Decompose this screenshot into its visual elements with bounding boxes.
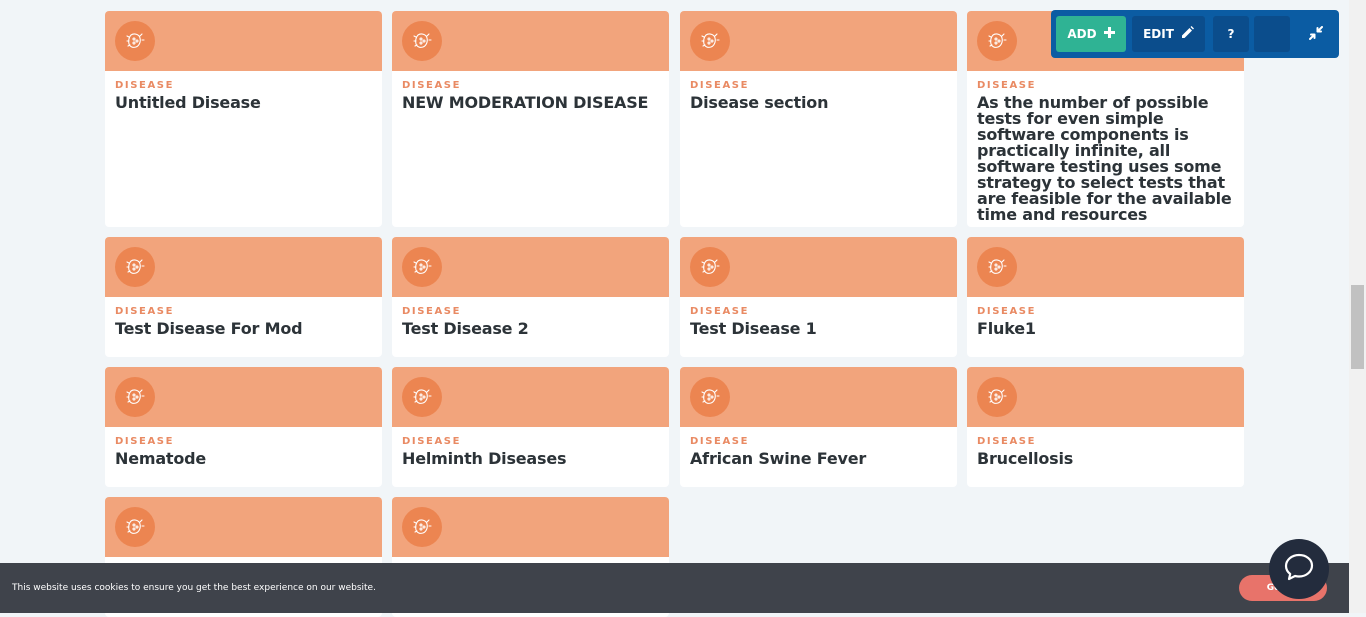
card-body: DISEASE Disease section [680, 71, 957, 121]
disease-card[interactable]: DISEASE Untitled Disease [105, 11, 382, 227]
disease-card[interactable]: DISEASE Nematode [105, 367, 382, 487]
card-body: DISEASE Test Disease For Mod [105, 297, 382, 347]
card-header [392, 11, 669, 71]
card-body: DISEASE Nematode [105, 427, 382, 477]
plus-icon [1103, 27, 1115, 41]
bacteria-icon [977, 21, 1017, 61]
card-type-label: DISEASE [115, 436, 175, 447]
pencil-icon [1181, 26, 1194, 42]
cookie-message: This website uses cookies to ensure you … [12, 583, 376, 593]
card-header [680, 11, 957, 71]
card-type-label: DISEASE [690, 306, 750, 317]
card-type-label: DISEASE [402, 436, 462, 447]
card-header [392, 497, 669, 557]
bacteria-icon [977, 377, 1017, 417]
disease-card[interactable]: DISEASE Helminth Diseases [392, 367, 669, 487]
card-type-label: DISEASE [977, 80, 1037, 91]
card-title[interactable]: Disease section [690, 95, 948, 111]
card-body: DISEASE Untitled Disease [105, 71, 382, 121]
card-type-label: DISEASE [690, 80, 750, 91]
add-button-label: ADD [1067, 27, 1097, 41]
card-header [392, 237, 669, 297]
card-type-label: DISEASE [115, 80, 175, 91]
collapse-icon [1309, 25, 1323, 43]
card-body: DISEASE African Swine Fever [680, 427, 957, 477]
bacteria-icon [115, 21, 155, 61]
help-button[interactable]: ? [1213, 16, 1249, 52]
bacteria-icon [690, 377, 730, 417]
card-title[interactable]: NEW MODERATION DISEASE [402, 95, 660, 111]
card-body: DISEASE Helminth Diseases [392, 427, 669, 477]
help-button-label: ? [1227, 27, 1235, 41]
disease-card[interactable]: DISEASE Fluke1 [967, 237, 1244, 357]
card-type-label: DISEASE [402, 80, 462, 91]
card-header [105, 497, 382, 557]
collapse-button[interactable] [1298, 16, 1334, 52]
bacteria-icon [402, 21, 442, 61]
card-header [392, 367, 669, 427]
chat-bubble-icon [1284, 553, 1314, 585]
bacteria-icon [402, 507, 442, 547]
card-body: DISEASE As the number of possible tests f… [967, 71, 1244, 227]
card-header [967, 367, 1244, 427]
edit-button[interactable]: EDIT [1132, 16, 1205, 52]
scrollbar-thumb[interactable] [1351, 285, 1364, 369]
disease-card[interactable]: DISEASE Disease section [680, 11, 957, 227]
card-header [967, 237, 1244, 297]
bacteria-icon [402, 247, 442, 287]
bacteria-icon [115, 377, 155, 417]
card-header [680, 237, 957, 297]
card-header [105, 11, 382, 71]
card-type-label: DISEASE [115, 306, 175, 317]
card-body: DISEASE NEW MODERATION DISEASE [392, 71, 669, 121]
card-body: DISEASE Test Disease 1 [680, 297, 957, 347]
card-title[interactable]: Test Disease 1 [690, 321, 948, 337]
bacteria-icon [115, 247, 155, 287]
card-title[interactable]: Test Disease For Mod [115, 321, 373, 337]
card-body: DISEASE Brucellosis [967, 427, 1244, 477]
disease-card[interactable]: DISEASE Test Disease For Mod [105, 237, 382, 357]
edit-button-label: EDIT [1143, 27, 1174, 41]
card-type-label: DISEASE [690, 436, 750, 447]
card-body: DISEASE Test Disease 2 [392, 297, 669, 347]
add-button[interactable]: ADD [1056, 16, 1126, 52]
card-title[interactable]: Fluke1 [977, 321, 1235, 337]
bacteria-icon [690, 247, 730, 287]
bacteria-icon [690, 21, 730, 61]
card-title[interactable]: Helminth Diseases [402, 451, 660, 467]
disease-card[interactable]: DISEASE Brucellosis [967, 367, 1244, 487]
disease-card[interactable]: DISEASE Test Disease 1 [680, 237, 957, 357]
card-title[interactable]: As the number of possible tests for even… [977, 95, 1235, 223]
card-title[interactable]: Test Disease 2 [402, 321, 660, 337]
card-title[interactable]: African Swine Fever [690, 451, 948, 467]
card-header [105, 367, 382, 427]
card-body: DISEASE Fluke1 [967, 297, 1244, 347]
chat-button[interactable] [1269, 539, 1329, 599]
blank-button[interactable] [1254, 16, 1290, 52]
bacteria-icon [977, 247, 1017, 287]
bacteria-icon [402, 377, 442, 417]
disease-card[interactable]: DISEASE Test Disease 2 [392, 237, 669, 357]
disease-card[interactable]: DISEASE NEW MODERATION DISEASE [392, 11, 669, 227]
card-title[interactable]: Nematode [115, 451, 373, 467]
card-title[interactable]: Untitled Disease [115, 95, 373, 111]
admin-toolbar: ADD EDIT ? [1051, 10, 1339, 58]
card-header [105, 237, 382, 297]
card-header [680, 367, 957, 427]
card-type-label: DISEASE [402, 306, 462, 317]
cookie-banner: This website uses cookies to ensure you … [0, 563, 1349, 613]
disease-card[interactable]: DISEASE African Swine Fever [680, 367, 957, 487]
bacteria-icon [115, 507, 155, 547]
card-type-label: DISEASE [977, 306, 1037, 317]
card-title[interactable]: Brucellosis [977, 451, 1235, 467]
card-type-label: DISEASE [977, 436, 1037, 447]
